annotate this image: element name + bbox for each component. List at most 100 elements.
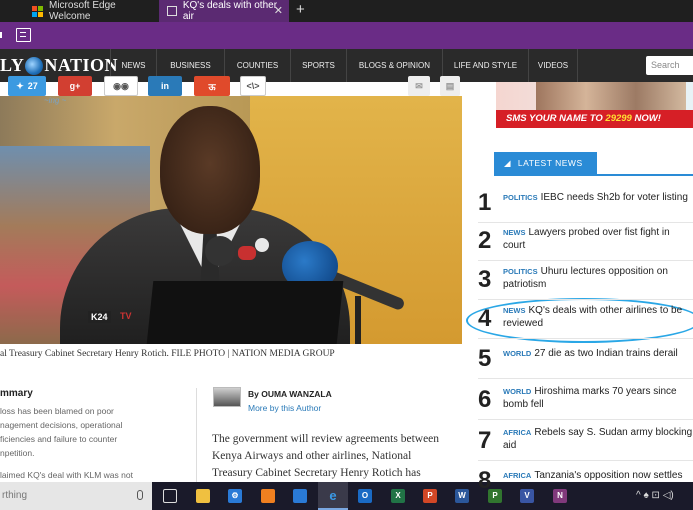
news-headline-cont[interactable]: bomb fell <box>503 399 544 410</box>
news-headline[interactable]: Uhuru lectures opposition on <box>541 266 668 277</box>
latest-news-item[interactable]: AFRICA Tanzania's opposition now settles <box>503 469 693 482</box>
latest-news-item[interactable]: NEWS KQ's deals with other airlines to be… <box>503 304 693 330</box>
news-headline[interactable]: IEBC needs Sh2b for voter listing <box>541 192 688 203</box>
twitter-icon: ✦ <box>16 80 24 91</box>
email-icon[interactable]: ✉ <box>408 76 430 96</box>
news-category[interactable]: AFRICA <box>503 471 531 480</box>
site-logo[interactable]: LY NATION <box>0 55 118 76</box>
latest-news-separator <box>478 378 693 379</box>
news-headline[interactable]: 27 die as two Indian trains derail <box>534 348 677 359</box>
sms-advertisement[interactable]: SMS YOUR NAME TO 29299 NOW! <box>496 82 693 128</box>
news-headline[interactable]: KQ's deals with other airlines to be <box>529 305 683 316</box>
tab-edge-welcome[interactable]: Microsoft Edge Welcome <box>24 0 156 22</box>
microsoft-logo-icon <box>32 5 43 17</box>
news-category[interactable]: POLITICS <box>503 193 538 202</box>
news-headline-cont[interactable]: court <box>503 240 525 251</box>
logo-text-right: NATION <box>44 55 119 75</box>
close-tab-icon[interactable]: ✕ <box>274 4 283 17</box>
taskbar-search-box[interactable]: rthing <box>0 482 152 510</box>
linkedin-share-button[interactable]: in <box>148 76 182 96</box>
author-avatar[interactable] <box>213 387 241 407</box>
logo-text-left: LY <box>0 55 25 75</box>
news-category[interactable]: POLITICS <box>503 267 538 276</box>
news-category[interactable]: NEWS <box>503 228 526 237</box>
visio-icon[interactable]: V <box>520 489 534 503</box>
summary-line: ficiencies and failure to counter <box>0 434 118 444</box>
task-view-icon[interactable] <box>163 489 177 503</box>
latest-news-item[interactable]: POLITICS IEBC needs Sh2b for voter listin… <box>503 191 693 204</box>
latest-news-rank: 2 <box>478 227 492 254</box>
news-headline[interactable]: Rebels say S. Sudan army blocking <box>534 427 692 438</box>
tab-kq-deals[interactable]: KQ's deals with other air ✕ <box>159 0 289 22</box>
nav-videos[interactable]: VIDEOS <box>528 49 578 82</box>
news-category[interactable]: NEWS <box>503 306 526 315</box>
nav-sports[interactable]: SPORTS <box>290 49 346 82</box>
twitter-count: 27 <box>27 81 38 91</box>
article-body-line: Kenya Airways and other airlines, Nation… <box>212 450 412 462</box>
edge-icon[interactable]: e <box>326 489 340 503</box>
toolbar-edge-icon[interactable] <box>0 32 2 38</box>
word-icon[interactable]: W <box>455 489 469 503</box>
photo-microphone <box>238 246 256 260</box>
photo-podium <box>146 281 344 344</box>
share-more-icon[interactable]: <\> <box>240 76 266 96</box>
ad-phone-number: 29299 <box>605 113 632 124</box>
news-headline[interactable]: Tanzania's opposition now settles <box>534 470 682 481</box>
latest-news-rank: 5 <box>478 345 492 372</box>
store-icon[interactable] <box>261 489 275 503</box>
latest-news-item[interactable]: POLITICS Uhuru lectures opposition on patr… <box>503 265 693 291</box>
page-icon <box>167 6 177 16</box>
news-category[interactable]: WORLD <box>503 349 531 358</box>
photo-microphone <box>255 238 269 252</box>
news-headline-cont[interactable]: reviewed <box>503 318 543 329</box>
news-headline-cont[interactable]: aid <box>503 440 516 451</box>
settings-icon[interactable]: ⚙ <box>228 489 242 503</box>
summary-line: laimed KQ's deal with KLM was not <box>0 470 133 480</box>
print-icon[interactable]: ▤ <box>440 76 460 96</box>
search-input[interactable]: Search <box>646 56 693 75</box>
microphone-icon[interactable] <box>137 490 143 500</box>
twitter-share-button[interactable]: ✦ 27 <box>8 76 46 96</box>
latest-news-item[interactable]: NEWS Lawyers probed over fist fight in cou… <box>503 226 693 252</box>
powerpoint-icon[interactable]: P <box>423 489 437 503</box>
latest-news-title: LATEST NEWS <box>517 158 583 168</box>
article-photo: K24 TV <box>0 96 462 344</box>
reading-view-icon[interactable] <box>16 28 31 42</box>
news-headline[interactable]: Hiroshima marks 70 years since <box>534 386 676 397</box>
reddit-share-button[interactable]: ऊ <box>194 76 230 96</box>
tab-label: Microsoft Edge Welcome <box>49 0 116 22</box>
column-divider <box>196 388 197 483</box>
latest-news-item[interactable]: WORLD 27 die as two Indian trains derail <box>503 347 693 360</box>
system-tray[interactable]: ^ ♠ ⊡ ◁) <box>636 490 674 501</box>
latest-news-rank: 7 <box>478 427 492 454</box>
summary-title: mmary <box>0 388 33 399</box>
file-explorer-icon[interactable] <box>196 489 210 503</box>
latest-news-separator <box>478 419 693 420</box>
photo-man-head <box>160 106 260 234</box>
outlook-icon[interactable]: O <box>358 489 372 503</box>
more-by-author-link[interactable]: More by this Author <box>248 403 321 413</box>
news-headline[interactable]: Lawyers probed over fist fight in <box>529 227 670 238</box>
latest-news-separator <box>478 338 693 339</box>
ad-text: SMS YOUR NAME TO <box>506 113 603 124</box>
gplus-share-button[interactable]: g+ <box>58 76 92 96</box>
news-category[interactable]: AFRICA <box>503 428 531 437</box>
latest-news-tab[interactable]: ◢ LATEST NEWS <box>494 152 597 174</box>
excel-icon[interactable]: X <box>391 489 405 503</box>
news-headline-cont[interactable]: patriotism <box>503 279 546 290</box>
news-category[interactable]: WORLD <box>503 387 531 396</box>
photo-mic-stand <box>355 296 361 344</box>
ad-banner: SMS YOUR NAME TO 29299 NOW! <box>496 110 693 128</box>
onenote-icon[interactable]: N <box>553 489 567 503</box>
bookmark-icon: ◢ <box>504 158 512 168</box>
photos-icon[interactable] <box>293 489 307 503</box>
latest-news-item[interactable]: WORLD Hiroshima marks 70 years since bomb … <box>503 385 693 411</box>
latest-news-rank: 3 <box>478 266 492 293</box>
ad-photo <box>536 82 686 110</box>
latest-news-separator <box>478 260 693 261</box>
latest-news-rank: 6 <box>478 386 492 413</box>
browser-tab-bar: Microsoft Edge Welcome KQ's deals with o… <box>0 0 693 22</box>
latest-news-item[interactable]: AFRICA Rebels say S. Sudan army blocking a… <box>503 426 693 452</box>
new-tab-button[interactable]: + <box>296 1 305 18</box>
whatsapp-share-icon[interactable]: ◉◉ <box>104 76 138 96</box>
